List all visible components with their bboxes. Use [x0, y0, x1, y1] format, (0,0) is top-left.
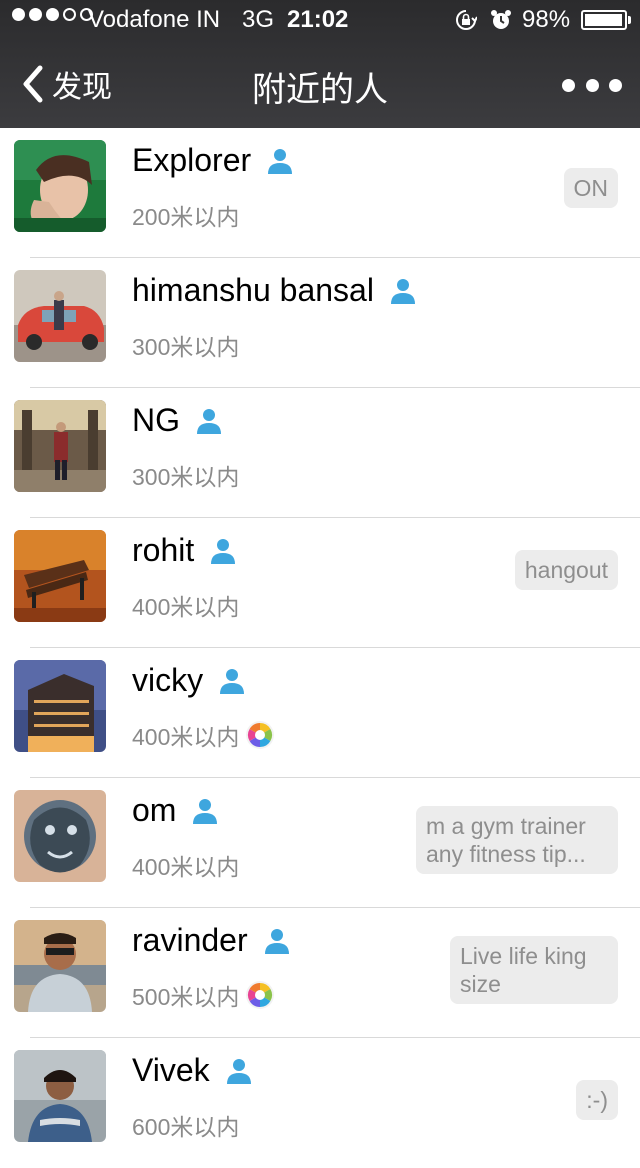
person-name: rohit	[132, 532, 195, 568]
more-options-button[interactable]	[562, 70, 622, 100]
battery-icon	[581, 10, 627, 30]
back-label: 发现	[52, 71, 112, 104]
person-name: om	[132, 792, 177, 828]
list-item[interactable]: ravinder 500米以内 Live life king size	[0, 908, 640, 1038]
person-name: NG	[132, 402, 180, 438]
moments-icon	[246, 721, 275, 749]
avatar	[14, 1050, 106, 1142]
signature-bubble: m a gym trainer any fitness tip...	[416, 806, 618, 874]
avatar	[14, 660, 106, 752]
list-item[interactable]: himanshu bansal 300米以内	[0, 258, 640, 388]
clock: 21:02	[287, 6, 349, 33]
person-name: Vivek	[132, 1052, 210, 1088]
moments-icon	[246, 981, 275, 1009]
distance-label: 600米以内	[132, 1114, 240, 1140]
network-type: 3G	[242, 6, 275, 33]
person-icon	[226, 1058, 251, 1084]
distance-label: 200米以内	[132, 204, 240, 230]
list-item[interactable]: Vivek 600米以内 :-)	[0, 1038, 640, 1168]
avatar	[14, 140, 106, 232]
more-dot-icon	[609, 78, 622, 92]
person-icon	[220, 668, 245, 694]
list-item[interactable]: vicky 400米以内	[0, 648, 640, 778]
list-item[interactable]: rohit 400米以内 hangout	[0, 518, 640, 648]
person-name: ravinder	[132, 922, 248, 958]
avatar	[14, 790, 106, 882]
battery-tip	[628, 16, 631, 24]
status-bar: Vodafone IN 3G 21:02 98%	[0, 0, 640, 40]
person-icon	[193, 798, 218, 824]
list-item[interactable]: NG 300米以内	[0, 388, 640, 518]
person-name: vicky	[132, 662, 204, 698]
signature-bubble: ON	[563, 168, 618, 208]
signature-bubble: Live life king size	[450, 936, 618, 1004]
list-item[interactable]: Explorer 200米以内 ON	[0, 128, 640, 258]
person-icon	[264, 928, 289, 954]
more-dot-icon	[585, 78, 599, 92]
nearby-people-list: Explorer 200米以内 ON himanshu bansal 300米以…	[0, 128, 640, 1168]
signature-bubble: :-)	[576, 1080, 618, 1120]
distance-label: 400米以内	[132, 854, 240, 880]
person-icon	[197, 408, 221, 434]
person-icon	[268, 148, 293, 174]
signal-strength-icon	[12, 8, 97, 21]
avatar	[14, 270, 106, 362]
back-button[interactable]: 发现	[18, 62, 112, 106]
alarm-icon	[491, 10, 511, 29]
avatar	[14, 400, 106, 492]
avatar	[14, 920, 106, 1012]
nav-bar: 发现 附近的人	[0, 40, 640, 128]
person-name: Explorer	[132, 142, 252, 178]
distance-label: 400米以内	[132, 594, 240, 620]
rotation-lock-icon	[456, 10, 477, 30]
distance-label: 400米以内	[132, 724, 240, 750]
chevron-left-icon	[23, 65, 43, 103]
more-dot-icon	[562, 78, 575, 92]
battery-percent: 98%	[522, 6, 571, 33]
person-icon	[390, 278, 415, 304]
distance-label: 300米以内	[132, 334, 240, 360]
person-name: himanshu bansal	[132, 272, 374, 308]
signature-bubble: hangout	[514, 550, 618, 590]
person-icon	[211, 538, 236, 564]
distance-label: 500米以内	[132, 984, 240, 1010]
carrier-name: Vodafone IN	[88, 6, 221, 33]
header: Vodafone IN 3G 21:02 98% 发现 附近的人	[0, 0, 640, 128]
list-item[interactable]: om 400米以内 m a gym trainer any fitness ti…	[0, 778, 640, 908]
distance-label: 300米以内	[132, 464, 240, 490]
avatar	[14, 530, 106, 622]
